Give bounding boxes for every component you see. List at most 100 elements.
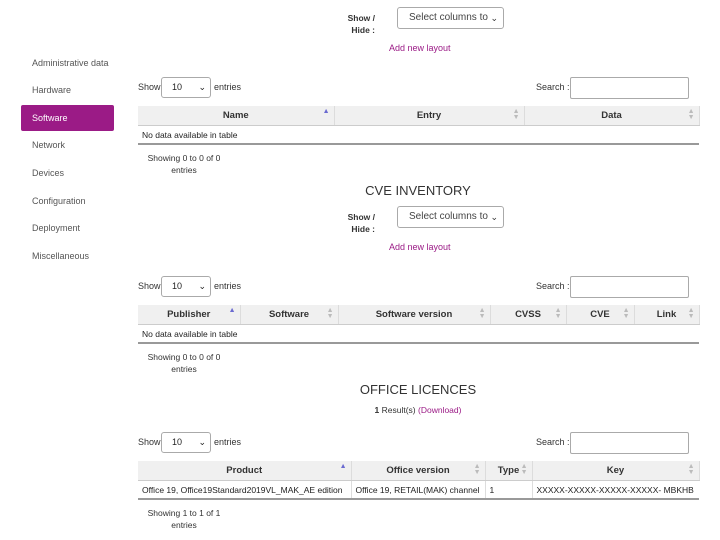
entries-label: entries [214,437,242,447]
sort-icon: ▲ ▼ [622,307,630,320]
column-header-label: Office version [386,465,450,476]
table-header-row: Name ▲ Entry ▲ ▼ Data ▲ ▼ [138,106,700,126]
column-header-label: Key [606,465,625,476]
sidebar-item-configuration[interactable]: Configuration [21,188,114,214]
sort-asc-icon: ▲ [322,108,330,115]
table-row: No data available in table [138,324,699,344]
search-input[interactable] [570,432,689,454]
download-link[interactable]: (Download) [418,405,461,415]
column-header-name[interactable]: Name ▲ [138,106,335,126]
show-hide-label: Show / Hide : [325,12,375,36]
column-header-entry[interactable]: Entry ▲ ▼ [334,106,525,126]
search-input[interactable] [570,77,689,99]
search-label: Search : [536,437,570,447]
show-label: Show [138,82,161,92]
table-row: No data available in table [138,125,699,145]
sort-icon: ▲ ▼ [687,108,695,121]
table-info: Showing 0 to 0 of 0 entries [139,351,229,375]
software-table: Name ▲ Entry ▲ ▼ Data ▲ ▼ No data available i… [138,106,700,145]
entries-length-value: 10 [172,82,183,92]
table-info: Showing 1 to 1 of 1 entries [139,507,229,531]
sidebar-item-software[interactable]: Software [21,105,114,131]
column-header-label: Software [268,309,310,320]
entries-length-select[interactable]: 10 ⌄ [161,432,211,453]
sidebar-item-miscellaneous[interactable]: Miscellaneous [21,243,114,269]
entries-length-select[interactable]: 10 ⌄ [161,77,211,98]
cell-office-version: Office 19, RETAIL(MAK) channel [351,480,486,500]
select-columns-text: Select columns to [409,211,488,222]
sort-asc-icon: ▲ [339,463,347,470]
show-hide-label-line2: Hide : [351,25,375,35]
select-columns-dropdown[interactable]: Select columns to ⌄ [397,7,504,29]
results-text: Result(s) [379,405,418,415]
column-header-label: Name [222,110,249,121]
office-section-title: OFFICE LICENCES [359,382,477,397]
chevron-down-icon: ⌄ [198,437,206,447]
table-header-row: Product ▲ Office version ▲ ▼ Type ▲ ▼ Key ▲ ▼ [138,461,700,481]
select-columns-dropdown[interactable]: Select columns to ⌄ [397,206,504,228]
table-info-line2: entries [171,364,197,374]
show-hide-label-line1: Show / [347,13,375,23]
column-header-key[interactable]: Key ▲ ▼ [532,461,700,481]
sidebar-item-hardware[interactable]: Hardware [21,77,114,103]
chevron-down-icon: ⌄ [490,13,498,23]
search-label: Search : [536,82,570,92]
sort-icon: ▲ ▼ [687,463,695,476]
search-input[interactable] [570,276,689,298]
sidebar-item-devices[interactable]: Devices [21,160,114,186]
column-header-label: Type [497,465,520,476]
column-header-link[interactable]: Link ▲ ▼ [634,305,700,325]
chevron-down-icon: ⌄ [490,212,498,222]
column-header-software-version[interactable]: Software version ▲ ▼ [338,305,491,325]
column-header-type[interactable]: Type ▲ ▼ [485,461,533,481]
column-header-product[interactable]: Product ▲ [138,461,352,481]
empty-table-message: No data available in table [138,324,699,344]
entries-label: entries [214,281,242,291]
add-new-layout-link[interactable]: Add new layout [389,43,451,53]
sort-icon: ▲ ▼ [554,307,562,320]
show-label: Show [138,281,161,291]
column-header-label: Link [656,309,677,320]
cve-table: Publisher ▲ Software ▲ ▼ Software version ▲ ▼… [138,305,700,344]
cell-type: 1 [485,480,533,500]
column-header-label: CVE [590,309,610,320]
table-info-line1: Showing 0 to 0 of 0 [147,352,221,362]
show-hide-label-line1: Show / [347,212,375,222]
table-info-line1: Showing 1 to 1 of 1 [147,508,221,518]
column-header-label: Product [226,465,263,476]
entries-length-value: 10 [172,281,183,291]
entries-length-select[interactable]: 10 ⌄ [161,276,211,297]
table-info-line2: entries [171,520,197,530]
table-info: Showing 0 to 0 of 0 entries [139,152,229,176]
entries-label: entries [214,82,242,92]
office-table: Product ▲ Office version ▲ ▼ Type ▲ ▼ Key ▲ ▼ O… [138,461,700,500]
cve-section-title: CVE INVENTORY [365,183,471,198]
sort-icon: ▲ ▼ [473,463,481,476]
column-header-data[interactable]: Data ▲ ▼ [524,106,700,126]
cell-product: Office 19, Office19Standard2019VL_MAK_AE… [138,480,352,500]
chevron-down-icon: ⌄ [198,281,206,291]
sort-icon: ▲ ▼ [326,307,334,320]
sort-asc-icon: ▲ [228,307,236,314]
sort-icon: ▲ ▼ [687,307,695,320]
select-columns-text: Select columns to [409,12,488,23]
sort-icon: ▲ ▼ [512,108,520,121]
add-new-layout-link[interactable]: Add new layout [389,242,451,252]
column-header-cve[interactable]: CVE ▲ ▼ [566,305,635,325]
column-header-cvss[interactable]: CVSS ▲ ▼ [490,305,567,325]
show-hide-label: Show / Hide : [325,211,375,235]
empty-table-message: No data available in table [138,125,699,145]
column-header-publisher[interactable]: Publisher ▲ [138,305,241,325]
table-header-row: Publisher ▲ Software ▲ ▼ Software version ▲ ▼… [138,305,700,325]
entries-length-value: 10 [172,437,183,447]
table-row: Office 19, Office19Standard2019VL_MAK_AE… [138,480,699,500]
column-header-label: Publisher [167,309,211,320]
column-header-label: Entry [416,110,442,121]
sidebar-item-administrative-data[interactable]: Administrative data [21,50,114,76]
sidebar-item-deployment[interactable]: Deployment [21,215,114,241]
sort-icon: ▲ ▼ [478,307,486,320]
sidebar-item-network[interactable]: Network [21,132,114,158]
results-summary: 1 Result(s) (Download) [318,405,518,415]
column-header-office-version[interactable]: Office version ▲ ▼ [351,461,486,481]
column-header-software[interactable]: Software ▲ ▼ [240,305,339,325]
